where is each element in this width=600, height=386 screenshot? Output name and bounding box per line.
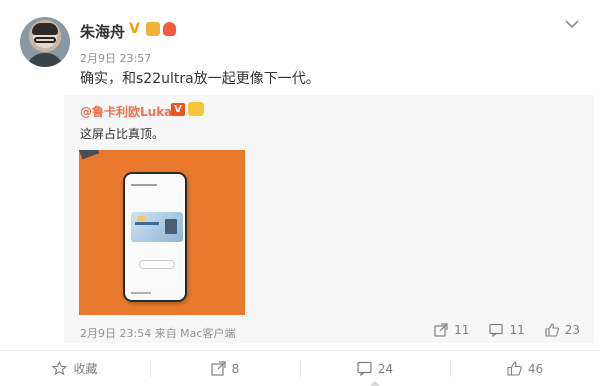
phone-header-bar	[131, 184, 157, 186]
post-timestamp[interactable]: 2月9日 23:57	[80, 50, 151, 66]
favorite-icon	[52, 361, 68, 376]
retweet-comment-count: 11	[509, 323, 525, 337]
retweet-verified-badge: V	[171, 103, 185, 116]
avatar-glasses	[34, 37, 56, 43]
chevron-down-icon[interactable]	[564, 16, 580, 32]
retweet-forward-count: 11	[454, 323, 470, 337]
comment-count: 24	[377, 361, 394, 376]
like-count: 46	[527, 361, 544, 376]
retweet-forward-button[interactable]: 11	[434, 323, 469, 337]
post-text: 确实，和s22ultra放一起更像下一代。	[80, 71, 320, 87]
card-photo	[165, 219, 177, 234]
avatar[interactable]	[20, 17, 70, 67]
retweet-author[interactable]: @鲁卡利欧Luka	[80, 103, 172, 120]
phone-button	[139, 260, 175, 269]
post-action-bar: 收藏 8 24 46	[0, 350, 600, 386]
avatar-hair	[32, 23, 58, 35]
favorite-label: 收藏	[73, 362, 98, 376]
card-stripe	[135, 222, 159, 225]
active-tab-caret	[370, 381, 380, 386]
member-badge-icon	[146, 22, 160, 36]
like-icon	[545, 323, 559, 337]
forward-count: 8	[231, 361, 240, 376]
verified-badge-icon: V	[129, 21, 140, 37]
retweet-block: @鲁卡利欧Luka V 这屏占比真顶。 2月9日 23:54 来自 Mac客户端	[64, 95, 594, 343]
retweet-like-button[interactable]: 23	[545, 323, 580, 337]
avatar-body	[26, 53, 64, 67]
phone-id-card	[131, 212, 183, 242]
author-name[interactable]: 朱海舟	[80, 21, 125, 42]
phone-photo	[123, 172, 187, 302]
retweet-meta[interactable]: 2月9日 23:54 来自 Mac客户端	[80, 325, 235, 341]
phone-footer	[131, 292, 151, 294]
retweet-comment-button[interactable]: 11	[489, 323, 525, 337]
retweet-text: 这屏占比真顶。	[80, 127, 165, 141]
forward-icon	[434, 323, 448, 337]
fan-badge-icon	[163, 22, 176, 36]
like-icon	[507, 361, 522, 376]
retweet-member-badge-icon	[188, 102, 204, 116]
comment-icon	[357, 361, 372, 376]
comment-button[interactable]: 24	[300, 351, 450, 386]
retweet-image[interactable]	[79, 150, 245, 315]
weibo-post: 朱海舟 V 2月9日 23:57 确实，和s22ultra放一起更像下一代。 @…	[0, 0, 600, 386]
comment-icon	[489, 323, 504, 337]
forward-icon	[211, 361, 226, 376]
retweet-like-count: 23	[564, 323, 580, 337]
image-corner-object	[79, 150, 100, 160]
forward-button[interactable]: 8	[150, 351, 300, 386]
favorite-button[interactable]: 收藏	[0, 351, 150, 386]
retweet-actions: 11 11 23	[434, 323, 580, 337]
card-chip	[137, 216, 145, 221]
like-button[interactable]: 46	[450, 351, 600, 386]
